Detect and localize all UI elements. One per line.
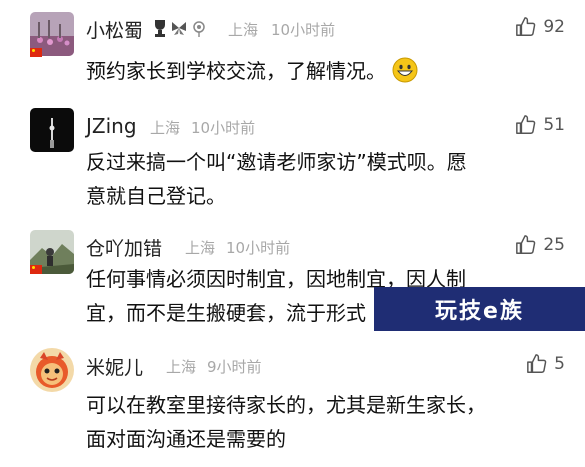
thumbs-up-icon: [516, 115, 536, 134]
user-badges: [152, 17, 208, 39]
comment-text: 可以在教室里接待家长的，尤其是新生家长， 面对面沟通还是需要的: [86, 393, 486, 451]
watermark-logo: 玩技e族: [374, 287, 585, 331]
location-label: 上海: [150, 119, 181, 137]
butterfly-badge-icon: [172, 22, 186, 35]
time-label: 10小时前: [226, 239, 291, 257]
like-count: 5: [554, 354, 565, 374]
like-button[interactable]: 25: [515, 234, 565, 256]
trophy-badge-icon: [155, 20, 165, 37]
username[interactable]: 小松蜀: [86, 16, 143, 43]
avatar[interactable]: [30, 108, 74, 152]
location-label: 上海: [228, 21, 259, 39]
like-button[interactable]: 92: [515, 16, 565, 38]
comment-text: 预约家长到学校交流，了解情况。: [86, 54, 536, 88]
thumbs-up-icon: [527, 354, 547, 373]
like-count: 92: [543, 17, 565, 37]
avatar[interactable]: [30, 348, 74, 392]
username[interactable]: 仓吖加错: [86, 234, 162, 261]
thumbs-up-icon: [516, 235, 536, 254]
like-button[interactable]: 5: [526, 353, 565, 375]
time-label: 9小时前: [207, 358, 262, 376]
location-label: 上海: [185, 239, 216, 257]
flag-icon: [30, 48, 42, 57]
time-label: 10小时前: [271, 21, 336, 39]
thumbs-up-icon: [516, 17, 536, 36]
comment-text: 反过来搞一个叫“邀请老师家访”模式呗。愿 意就自己登记。: [86, 150, 467, 208]
like-count: 25: [543, 235, 565, 255]
location-label: 上海: [166, 358, 197, 376]
like-count: 51: [543, 115, 565, 135]
flag-icon: [30, 265, 42, 274]
like-button[interactable]: 51: [515, 114, 565, 136]
grin-emoji-icon: [392, 57, 418, 83]
username[interactable]: 米妮儿: [86, 353, 143, 380]
time-label: 10小时前: [191, 119, 256, 137]
flower-badge-icon: [193, 21, 205, 37]
username[interactable]: JZing: [86, 114, 137, 138]
